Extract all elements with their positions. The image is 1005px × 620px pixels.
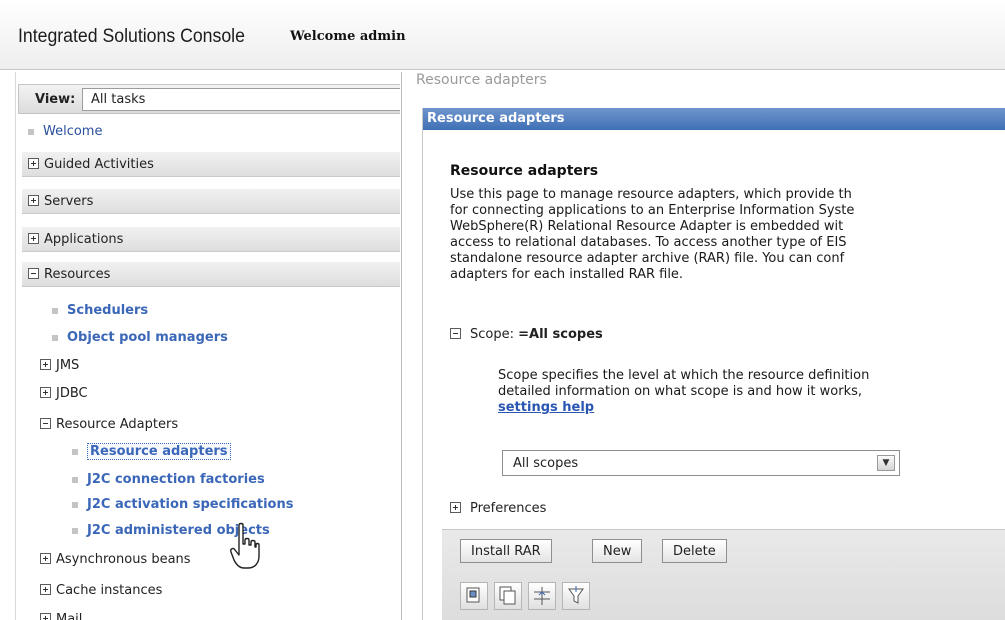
collapse-icon[interactable] [28, 268, 39, 279]
settings-help-link[interactable]: settings help [498, 400, 594, 415]
nav-mail-label: Mail [56, 612, 83, 620]
nav-j2c-activation-specs[interactable]: J2C activation specifications [72, 497, 293, 512]
nav-jdbc-label: JDBC [56, 386, 88, 401]
expand-icon[interactable] [40, 359, 51, 370]
nav-object-pool-managers[interactable]: Object pool managers [52, 330, 228, 345]
app-title: Integrated Solutions Console [18, 26, 245, 47]
nav-resource-adapters-group-label: Resource Adapters [56, 417, 179, 432]
nav-schedulers[interactable]: Schedulers [52, 303, 148, 318]
bullet-icon [28, 128, 34, 135]
filter-icon[interactable] [528, 582, 556, 610]
welcome-link[interactable]: Welcome [28, 124, 102, 139]
view-select[interactable]: All tasks [82, 88, 400, 111]
description-line: access to relational databases. To acces… [450, 235, 847, 250]
scope-value: =All scopes [518, 327, 603, 342]
panel-title: Resource adapters [423, 108, 1005, 130]
scope-description-line: detailed information on what scope is an… [498, 384, 862, 399]
edit-filter-icon[interactable] [562, 582, 590, 610]
breadcrumb: Resource adapters [416, 72, 547, 88]
description-line: standalone resource adapter archive (RAR… [450, 251, 845, 266]
nav-jms-label: JMS [56, 358, 80, 373]
view-filter: View: All tasks [18, 84, 400, 114]
description-line: WebSphere(R) Relational Resource Adapter… [450, 219, 844, 234]
nav-schedulers-label: Schedulers [67, 303, 149, 318]
description-line: adapters for each installed RAR file. [450, 267, 684, 282]
content-pane: Resource adapters Resource adapters Reso… [402, 72, 1005, 620]
nav-cache-instances[interactable]: Cache instances [40, 583, 162, 598]
section-label: Servers [44, 194, 94, 209]
action-toolbar: Install RAR New Delete [442, 529, 1005, 620]
expand-icon[interactable] [40, 584, 51, 595]
expand-icon[interactable] [450, 502, 461, 513]
preferences-label: Preferences [470, 501, 547, 516]
bullet-icon [72, 448, 78, 455]
scope-row[interactable]: Scope: =All scopes [450, 327, 603, 342]
welcome-link-label: Welcome [43, 124, 103, 139]
nav-resource-adapters[interactable]: Resource adapters [72, 443, 231, 460]
page-description: Use this page to manage resource adapter… [450, 187, 1005, 283]
expand-icon[interactable] [40, 613, 51, 620]
section-label: Guided Activities [44, 157, 154, 172]
expand-icon[interactable] [40, 387, 51, 398]
expand-icon[interactable] [28, 158, 39, 169]
view-select-value: All tasks [91, 92, 146, 107]
scope-select[interactable]: All scopes ▼ [502, 450, 900, 476]
bullet-icon [72, 527, 78, 534]
preferences-toggle[interactable]: Preferences [450, 501, 546, 516]
nav-j2c-as-label: J2C activation specifications [87, 497, 294, 512]
nav-asynchronous-beans[interactable]: Asynchronous beans [40, 552, 191, 567]
bullet-icon [52, 334, 58, 341]
nav-jms[interactable]: JMS [40, 358, 79, 373]
nav-j2c-cf-label: J2C connection factories [87, 472, 265, 487]
nav-cache-label: Cache instances [56, 583, 163, 598]
install-rar-button[interactable]: Install RAR [460, 539, 552, 563]
welcome-text: Welcome admin [290, 29, 406, 44]
select-all-icon[interactable] [460, 582, 488, 610]
section-guided-activities[interactable]: Guided Activities [22, 152, 400, 177]
chevron-down-icon[interactable]: ▼ [877, 455, 895, 471]
nav-resource-adapters-group[interactable]: Resource Adapters [40, 417, 178, 432]
delete-button[interactable]: Delete [662, 539, 727, 563]
section-label: Applications [44, 232, 124, 247]
collapse-icon[interactable] [450, 328, 461, 339]
nav-j2c-connection-factories[interactable]: J2C connection factories [72, 472, 265, 487]
view-label: View: [35, 92, 76, 107]
new-button[interactable]: New [592, 539, 643, 563]
scope-description: Scope specifies the level at which the r… [498, 368, 869, 416]
nav-mail[interactable]: Mail [40, 612, 82, 620]
console-header: Integrated Solutions Console Welcome adm… [0, 0, 1005, 70]
nav-async-beans-label: Asynchronous beans [56, 552, 191, 567]
bullet-icon [72, 501, 78, 508]
section-label: Resources [44, 267, 111, 282]
section-resources[interactable]: Resources [22, 262, 400, 287]
scope-description-line: Scope specifies the level at which the r… [498, 368, 870, 383]
bullet-icon [52, 307, 58, 314]
expand-icon[interactable] [28, 195, 39, 206]
description-line: for connecting applications to an Enterp… [450, 203, 855, 218]
expand-icon[interactable] [40, 553, 51, 564]
scope-label: Scope: [470, 327, 514, 342]
section-servers[interactable]: Servers [22, 189, 400, 214]
description-line: Use this page to manage resource adapter… [450, 187, 852, 202]
nav-jdbc[interactable]: JDBC [40, 386, 88, 401]
section-applications[interactable]: Applications [22, 227, 400, 252]
nav-resource-adapters-label: Resource adapters [87, 443, 231, 460]
nav-object-pool-label: Object pool managers [67, 330, 228, 345]
navigation-tree: View: All tasks Welcome Guided Activitie… [15, 72, 400, 620]
bullet-icon [72, 476, 78, 483]
hand-pointer-icon [230, 522, 260, 569]
scope-select-value: All scopes [513, 456, 579, 471]
page-heading: Resource adapters [450, 163, 599, 179]
collapse-icon[interactable] [40, 418, 51, 429]
deselect-all-icon[interactable] [494, 582, 522, 610]
expand-icon[interactable] [28, 233, 39, 244]
